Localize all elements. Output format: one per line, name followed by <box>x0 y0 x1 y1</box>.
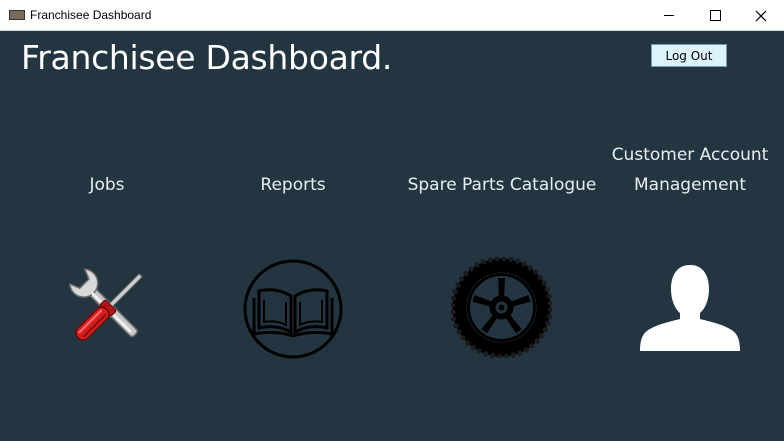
close-icon <box>755 10 767 21</box>
spare-parts-label[interactable]: Spare Parts Catalogue <box>402 175 602 195</box>
book-icon[interactable] <box>242 258 344 360</box>
minimize-button[interactable] <box>646 0 692 31</box>
tire-icon[interactable] <box>451 257 552 358</box>
window-titlebar: Franchisee Dashboard <box>0 0 784 31</box>
maximize-button[interactable] <box>692 0 738 31</box>
customer-account-label-line2[interactable]: Management <box>604 175 776 195</box>
maximize-icon <box>709 10 721 21</box>
page-title: Franchisee Dashboard. <box>21 38 393 77</box>
jobs-label[interactable]: Jobs <box>67 175 147 195</box>
reports-label[interactable]: Reports <box>243 175 343 195</box>
logout-button[interactable]: Log Out <box>651 44 727 67</box>
user-icon[interactable] <box>638 262 742 352</box>
close-button[interactable] <box>738 0 784 31</box>
customer-account-label-line1[interactable]: Customer Account <box>604 145 776 165</box>
app-icon <box>9 10 25 20</box>
tools-icon[interactable] <box>60 260 156 356</box>
minimize-icon <box>664 15 674 16</box>
window-title: Franchisee Dashboard <box>30 8 152 22</box>
